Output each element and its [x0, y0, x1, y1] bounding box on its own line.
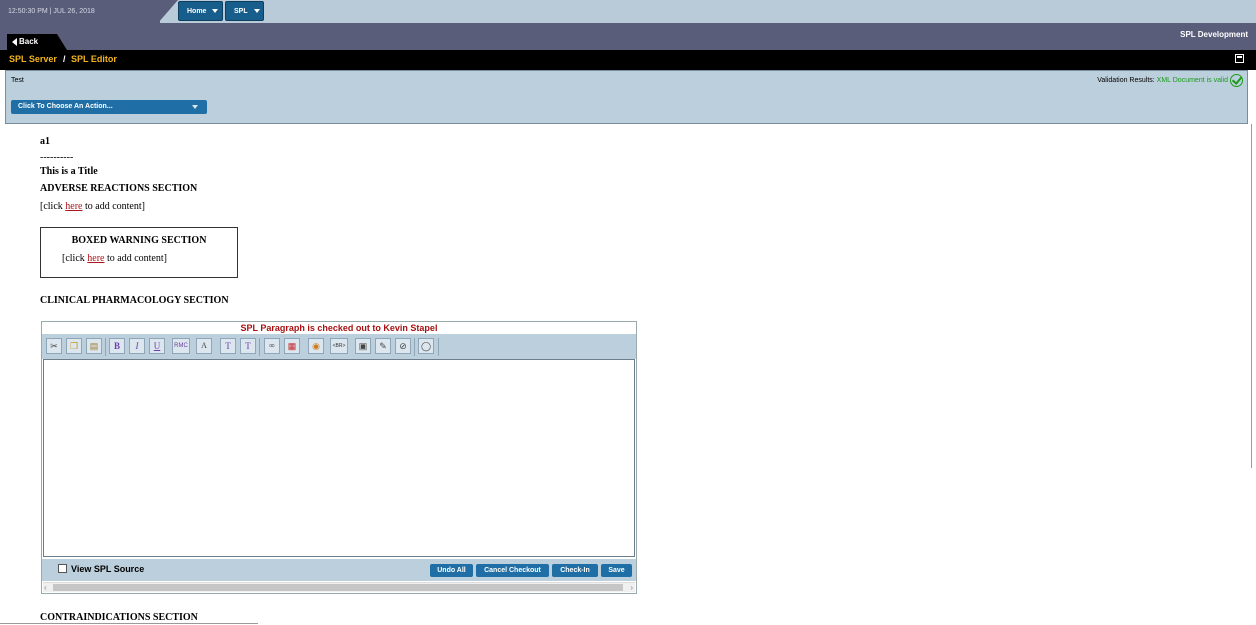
view-source-label: View SPL Source — [71, 564, 145, 574]
chevron-down-icon — [253, 9, 260, 14]
validation-label: Validation Results: — [1097, 77, 1155, 84]
breadcrumb-spl-server[interactable]: SPL Server — [9, 54, 57, 64]
document-title: This is a Title — [40, 166, 98, 177]
edit-icon[interactable]: ✎ — [375, 338, 391, 354]
comment-icon[interactable]: ◯ — [418, 338, 434, 354]
editor-footer: View SPL Source Undo All Cancel Checkout… — [42, 559, 636, 581]
copy-icon[interactable]: ❐ — [66, 338, 82, 354]
scroll-right-icon[interactable]: › — [630, 583, 633, 592]
line-break-button[interactable]: <BR> — [330, 338, 348, 354]
symbol-icon[interactable]: ◉ — [308, 338, 324, 354]
section-heading-adverse-reactions[interactable]: ADVERSE REACTIONS SECTION — [40, 183, 197, 194]
document-code: a1 — [40, 136, 50, 147]
scrollbar-thumb[interactable] — [53, 584, 623, 591]
add-content-suffix: to add content] — [82, 201, 145, 212]
italic-button[interactable]: I — [129, 338, 145, 354]
add-content-prompt: [click here to add content] — [40, 201, 145, 212]
link-icon[interactable]: ∞ — [264, 338, 280, 354]
undo-all-button[interactable]: Undo All — [430, 564, 473, 577]
check-in-button[interactable]: Check-In — [552, 564, 598, 577]
cancel-checkout-button[interactable]: Cancel Checkout — [476, 564, 549, 577]
editor-toolbar: ✂ ❐ ▤ B I U RMC A T T ∞ ▦ ◉ <BR> ▣ ✎ ⊘ ◯ — [42, 334, 636, 359]
back-button[interactable]: Back — [7, 34, 67, 50]
datetime-display: 12:50:30 PM | JUL 26, 2018 — [0, 0, 160, 23]
toolbar-separator — [414, 338, 415, 356]
font-size-icon[interactable]: A — [196, 338, 212, 354]
attach-icon[interactable]: ⊘ — [395, 338, 411, 354]
app-header: Back SPL Development — [0, 23, 1256, 50]
document-divider: ---------- — [40, 152, 74, 163]
superscript-button[interactable]: T — [220, 338, 236, 354]
toolbar-separator — [259, 338, 260, 356]
add-content-link[interactable]: here — [65, 201, 82, 212]
content-bottom-border — [0, 623, 258, 624]
view-source-checkbox[interactable] — [58, 564, 67, 573]
toolbar-separator — [105, 338, 106, 356]
add-content-prompt: [click here to add content] — [62, 253, 167, 264]
add-content-link[interactable]: here — [87, 253, 104, 264]
datetime-slant — [158, 0, 178, 23]
cut-icon[interactable]: ✂ — [46, 338, 62, 354]
chevron-down-icon — [192, 105, 198, 109]
spl-menu-button[interactable]: SPL — [225, 1, 264, 21]
breadcrumb-spl-editor: SPL Editor — [71, 54, 117, 64]
back-arrow-icon — [12, 38, 17, 46]
home-menu-label: Home — [187, 8, 207, 15]
checkout-status: SPL Paragraph is checked out to Kevin St… — [240, 323, 438, 333]
minimize-icon[interactable] — [1235, 54, 1244, 63]
content-right-border — [1251, 124, 1252, 468]
validation-results: Validation Results: XML Document is vali… — [1097, 77, 1228, 84]
breadcrumb-separator: / — [63, 54, 66, 64]
editor-text-area[interactable] — [43, 359, 635, 557]
breadcrumb: SPL Server / SPL Editor — [0, 50, 1256, 70]
add-content-prefix: [click — [40, 201, 66, 212]
paste-icon[interactable]: ▤ — [86, 338, 102, 354]
save-button[interactable]: Save — [601, 564, 632, 577]
spl-paragraph-editor: SPL Paragraph is checked out to Kevin St… — [41, 321, 637, 594]
scroll-left-icon[interactable]: ‹ — [44, 583, 47, 592]
add-content-suffix: to add content] — [104, 253, 167, 264]
chevron-down-icon — [212, 9, 219, 14]
boxed-warning-section: BOXED WARNING SECTION [click here to add… — [40, 227, 238, 278]
action-select-label: Click To Choose An Action... — [18, 103, 113, 110]
spl-menu-label: SPL — [234, 8, 248, 15]
home-menu-button[interactable]: Home — [178, 1, 223, 21]
horizontal-scrollbar[interactable]: ‹ › — [43, 582, 635, 592]
top-bar: 12:50:30 PM | JUL 26, 2018 Home SPL — [0, 0, 1256, 23]
table-icon[interactable]: ▣ — [355, 338, 371, 354]
document-name: Test — [11, 77, 24, 84]
valid-check-icon — [1230, 74, 1243, 87]
rmc-button[interactable]: RMC — [172, 338, 190, 354]
toolbar-separator — [438, 338, 439, 356]
app-title: SPL Development — [1180, 30, 1248, 39]
action-select[interactable]: Click To Choose An Action... — [11, 100, 207, 114]
bold-button[interactable]: B — [109, 338, 125, 354]
subscript-button[interactable]: T — [240, 338, 256, 354]
validation-status: XML Document is valid — [1156, 77, 1228, 84]
image-icon[interactable]: ▦ — [284, 338, 300, 354]
back-label: Back — [19, 37, 39, 46]
section-heading-clinical-pharmacology[interactable]: CLINICAL PHARMACOLOGY SECTION — [40, 295, 229, 306]
underline-button[interactable]: U — [149, 338, 165, 354]
action-panel: Test Validation Results: XML Document is… — [5, 70, 1248, 124]
section-heading-boxed-warning[interactable]: BOXED WARNING SECTION — [41, 235, 237, 246]
section-heading-contraindications[interactable]: CONTRAINDICATIONS SECTION — [40, 612, 198, 623]
add-content-prefix: [click — [62, 253, 88, 264]
